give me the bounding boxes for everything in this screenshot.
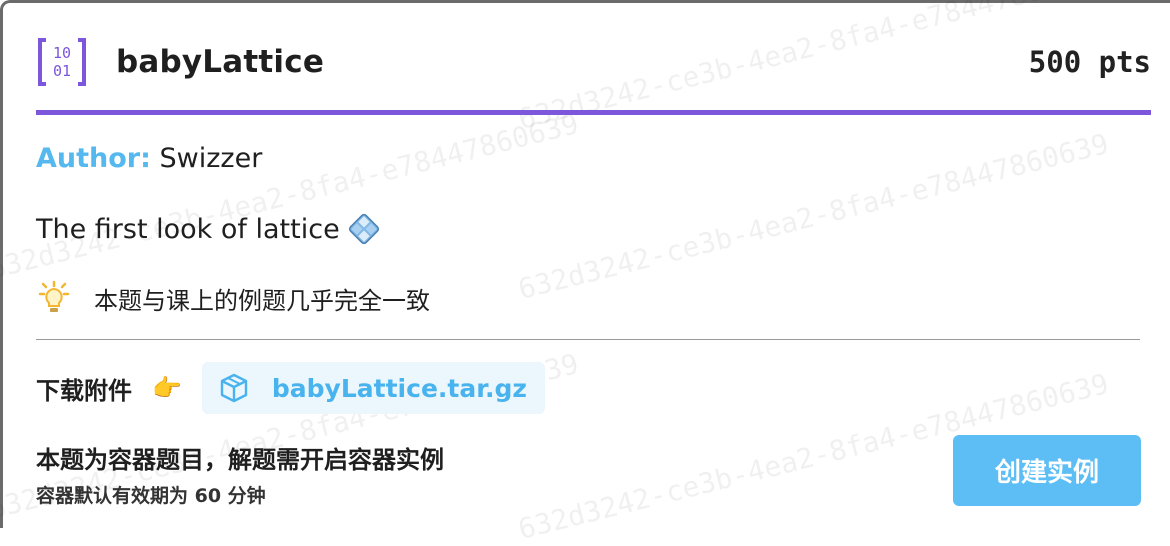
- challenge-title: babyLattice: [116, 44, 325, 80]
- author-line: Author: Swizzer: [36, 143, 262, 174]
- challenge-points: 500 pts: [1028, 45, 1151, 79]
- author-key: Author:: [36, 143, 151, 174]
- container-title: 本题为容器题目，解题需开启容器实例: [36, 446, 444, 474]
- container-subtitle: 容器默认有效期为 60 分钟: [36, 485, 266, 507]
- accent-bar: [36, 110, 1151, 115]
- challenge-description: The first look of lattice: [36, 213, 380, 245]
- package-icon: [220, 373, 248, 403]
- lightbulb-icon: [38, 280, 70, 312]
- create-instance-button[interactable]: 创建实例: [953, 435, 1141, 506]
- attachment-label: 下载附件: [36, 376, 132, 405]
- svg-text:01: 01: [53, 62, 71, 80]
- binary-bracket-icon: 10 01: [38, 38, 86, 86]
- hint-line: 本题与课上的例题几乎完全一致: [36, 280, 430, 316]
- description-text: The first look of lattice: [36, 213, 340, 245]
- attachment-download-link[interactable]: babyLattice.tar.gz: [201, 362, 545, 414]
- pointing-hand-icon: 👉: [152, 374, 182, 402]
- hint-text: 本题与课上的例题几乎完全一致: [94, 286, 430, 315]
- svg-text:10: 10: [53, 44, 71, 62]
- author-name: Swizzer: [159, 143, 263, 174]
- attachment-row: 下载附件 👉 babyLattice.tar.gz: [36, 362, 545, 414]
- attachment-file-name: babyLattice.tar.gz: [271, 373, 527, 403]
- divider: [36, 339, 1140, 340]
- challenge-header: 10 01 babyLattice 500 pts: [36, 30, 1151, 94]
- lattice-emoji-icon: [348, 213, 379, 245]
